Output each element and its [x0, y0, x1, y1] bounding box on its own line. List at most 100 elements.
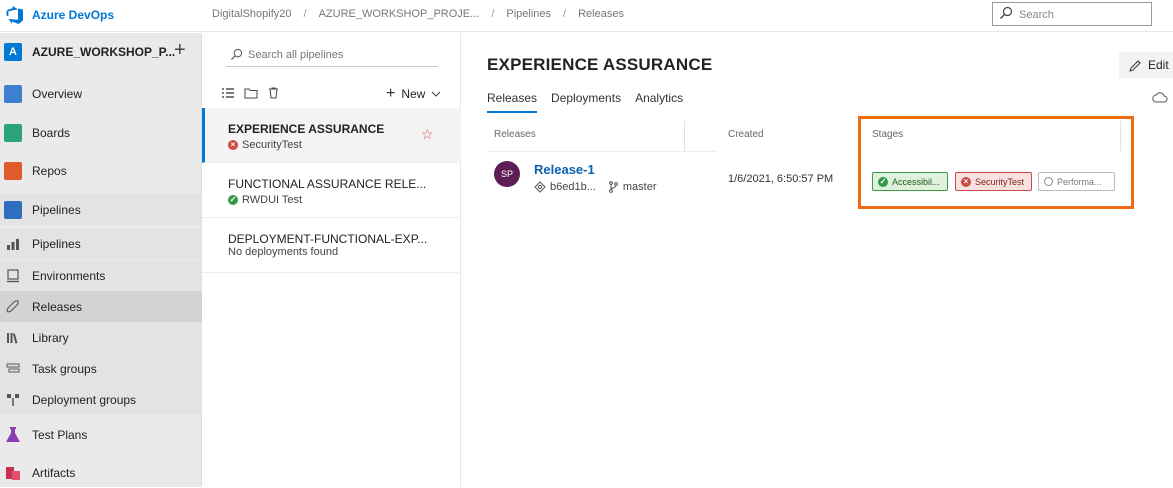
folder-view-icon[interactable] — [244, 87, 258, 99]
avatar: SP — [494, 161, 520, 187]
test-plans-icon — [6, 426, 20, 442]
deployment-groups-icon — [7, 393, 19, 406]
breadcrumb-pipelines[interactable]: Pipelines — [506, 8, 551, 20]
breadcrumb-separator: / — [563, 8, 567, 20]
search-placeholder: Search — [1019, 9, 1054, 21]
project-name[interactable]: AZURE_WORKSHOP_P... — [32, 45, 175, 59]
sidebar-item-overview[interactable]: Overview — [0, 78, 202, 109]
breadcrumb: DigitalShopify20 / AZURE_WORKSHOP_PROJE.… — [212, 8, 624, 20]
no-deployments-text: No deployments found — [228, 246, 339, 258]
release-definition-item[interactable]: FUNCTIONAL ASSURANCE RELE... ✓ RWDUI Tes… — [202, 163, 461, 218]
repos-icon — [4, 161, 22, 180]
top-bar: Azure DevOps DigitalShopify20 / AZURE_WO… — [0, 0, 1173, 32]
task-groups-icon — [6, 363, 20, 372]
release-definition-title: EXPERIENCE ASSURANCE — [228, 122, 385, 136]
project-avatar: A — [4, 43, 22, 61]
library-icon — [7, 332, 18, 344]
sidebar-subitem-pipelines[interactable]: Pipelines — [0, 228, 202, 259]
release-definitions-pane: Search all pipelines + New EXPERIENCE AS… — [202, 33, 461, 487]
page-title: EXPERIENCE ASSURANCE — [487, 55, 713, 74]
edit-label: Edit — [1148, 58, 1169, 72]
pipeline-search-input[interactable]: Search all pipelines — [226, 45, 438, 67]
delete-icon[interactable] — [268, 87, 279, 99]
sidebar-subitem-deployment-groups[interactable]: Deployment groups — [0, 384, 202, 415]
sidebar-subitem-releases[interactable]: Releases — [0, 291, 202, 322]
sidebar-item-pipelines[interactable]: Pipelines — [0, 194, 202, 225]
release-definition-status: No deployments found — [228, 246, 338, 258]
breadcrumb-separator: / — [491, 8, 495, 20]
breadcrumb-releases[interactable]: Releases — [578, 8, 624, 20]
sidebar-item-label: Releases — [32, 299, 83, 314]
sidebar-item-label: Artifacts — [32, 465, 76, 480]
project-header[interactable]: A AZURE_WORKSHOP_P... + — [0, 33, 202, 71]
tab-releases[interactable]: Releases — [487, 91, 538, 113]
sidebar-item-artifacts[interactable]: Artifacts — [0, 457, 202, 488]
pipeline-search-placeholder: Search all pipelines — [248, 49, 344, 61]
sidebar-subitem-task-groups[interactable]: Task groups — [0, 353, 202, 384]
plus-icon: + — [386, 85, 396, 102]
sidebar-subitem-library[interactable]: Library — [0, 322, 202, 353]
release-definition-status: × SecurityTest — [228, 139, 302, 151]
search-icon — [1000, 6, 1013, 19]
breadcrumb-project[interactable]: AZURE_WORKSHOP_PROJE... — [319, 8, 480, 20]
sidebar-item-label: Test Plans — [32, 427, 88, 442]
list-view-icon[interactable] — [222, 87, 234, 99]
chevron-down-icon — [431, 91, 441, 97]
view-toggle-group — [222, 87, 279, 99]
left-navigation: A AZURE_WORKSHOP_P... + Overview Boards … — [0, 33, 202, 487]
branch-name: master — [622, 181, 657, 193]
column-divider — [684, 121, 685, 151]
breadcrumb-org[interactable]: DigitalShopify20 — [212, 8, 292, 20]
release-link[interactable]: Release-1 — [534, 162, 595, 177]
release-definition-title: DEPLOYMENT-FUNCTIONAL-EXP... — [228, 232, 428, 246]
environments-icon — [7, 268, 19, 282]
sidebar-item-label: Library — [32, 330, 69, 345]
sidebar-item-repos[interactable]: Repos — [0, 155, 202, 186]
release-definition-item[interactable]: EXPERIENCE ASSURANCE × SecurityTest ☆ — [202, 108, 461, 163]
cloud-icon[interactable] — [1152, 91, 1168, 103]
releases-icon — [6, 299, 19, 313]
succeeded-status-icon: ✓ — [228, 195, 238, 205]
sidebar-item-label: Pipelines — [32, 236, 81, 251]
new-pipeline-label: New — [401, 87, 426, 101]
commit-icon — [534, 181, 546, 193]
tab-bar: Releases Deployments Analytics — [487, 91, 683, 113]
sidebar-item-label: Repos — [32, 163, 67, 178]
tab-analytics[interactable]: Analytics — [635, 91, 683, 113]
pipelines-icon — [4, 200, 22, 219]
release-definition-title: FUNCTIONAL ASSURANCE RELE... — [228, 177, 427, 191]
failed-status-icon: × — [228, 140, 238, 150]
brand-name[interactable]: Azure DevOps — [32, 8, 114, 22]
overview-icon — [4, 84, 22, 103]
sidebar-item-label: Task groups — [32, 361, 97, 376]
commit-id: b6ed1b... — [550, 181, 596, 193]
column-header-releases: Releases — [494, 129, 536, 140]
favorite-star-icon[interactable]: ☆ — [421, 126, 434, 143]
created-date: 1/6/2021, 6:50:57 PM — [728, 173, 834, 185]
pencil-icon — [1129, 59, 1141, 72]
global-search-input[interactable]: Search — [992, 2, 1152, 26]
last-stage-name: SecurityTest — [242, 139, 302, 151]
edit-button[interactable]: Edit — [1119, 52, 1173, 78]
sidebar-item-boards[interactable]: Boards — [0, 117, 202, 148]
branch-icon — [608, 181, 618, 193]
release-definition-item[interactable]: DEPLOYMENT-FUNCTIONAL-EXP... No deployme… — [202, 218, 461, 273]
stages-highlight-box — [858, 116, 1134, 209]
new-pipeline-button[interactable]: + New — [386, 85, 441, 103]
artifacts-icon — [6, 466, 20, 480]
release-definition-status: ✓ RWDUI Test — [228, 194, 302, 206]
search-icon — [230, 48, 243, 61]
breadcrumb-separator: / — [303, 8, 307, 20]
pipelines-sub-icon — [7, 238, 19, 250]
sidebar-item-label: Pipelines — [32, 202, 81, 217]
azure-devops-logo-icon[interactable] — [6, 6, 24, 24]
tab-deployments[interactable]: Deployments — [551, 91, 621, 113]
add-icon[interactable]: + — [174, 39, 186, 62]
boards-icon — [4, 123, 22, 142]
sidebar-item-test-plans[interactable]: Test Plans — [0, 419, 202, 450]
release-meta: b6ed1b... master — [534, 181, 657, 193]
sidebar-item-label: Environments — [32, 268, 106, 283]
sidebar-item-label: Boards — [32, 125, 71, 140]
sidebar-subitem-environments[interactable]: Environments — [0, 260, 202, 291]
header-underline — [487, 151, 717, 152]
